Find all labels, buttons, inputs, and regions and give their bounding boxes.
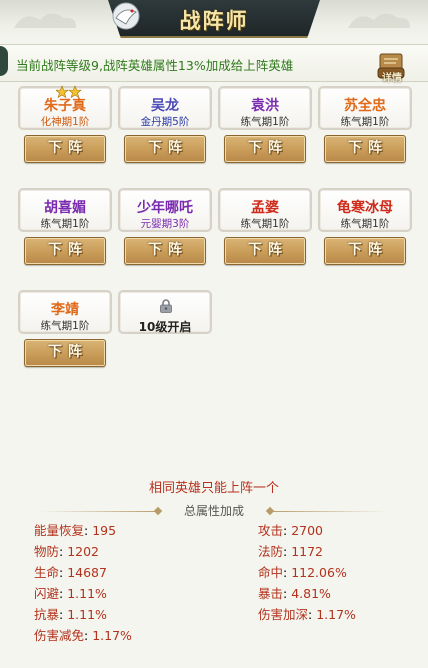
page-title: 战阵师 bbox=[179, 8, 249, 33]
stat-value: 1.17% bbox=[92, 628, 132, 643]
remove-hero-button[interactable]: 下阵 bbox=[124, 237, 206, 265]
stat-key: 攻击 bbox=[258, 523, 284, 538]
stat-row: 命中: 112.06% bbox=[258, 565, 347, 580]
hero-name: 龟寒冰母 bbox=[337, 200, 393, 216]
hero-name: 李靖 bbox=[51, 302, 79, 318]
hero-name: 胡喜媚 bbox=[44, 200, 86, 216]
stat-row: 法防: 1172 bbox=[258, 544, 324, 559]
hero-slot[interactable]: 朱子真 化神期1阶 bbox=[18, 85, 112, 130]
hero-name: 吴龙 bbox=[151, 98, 179, 114]
stat-value: 195 bbox=[92, 523, 117, 538]
hero-level: 练气期1阶 bbox=[340, 116, 390, 128]
stats-title: 总属性加成 bbox=[183, 504, 244, 518]
stat-row: 抗暴: 1.11% bbox=[34, 607, 107, 622]
hero-level: 练气期1阶 bbox=[240, 218, 290, 230]
stat-key: 伤害加深 bbox=[258, 607, 309, 622]
hero-name: 袁洪 bbox=[251, 98, 279, 114]
stat-key: 法防 bbox=[258, 544, 284, 559]
hero-name: 苏全忠 bbox=[344, 98, 386, 114]
hero-slot[interactable]: 苏全忠 练气期1阶 bbox=[318, 86, 412, 130]
hero-name: 少年哪吒 bbox=[137, 200, 193, 216]
stat-key: 能量恢复 bbox=[34, 523, 85, 538]
hero-slot[interactable]: 李靖 练气期1阶 bbox=[18, 290, 112, 334]
stats-header: 总属性加成 bbox=[0, 502, 428, 520]
stat-value: 112.06% bbox=[291, 565, 347, 580]
stat-row: 生命: 14687 bbox=[34, 565, 107, 580]
remove-hero-button[interactable]: 下阵 bbox=[24, 237, 106, 265]
stat-value: 1202 bbox=[67, 544, 100, 559]
stat-value: 1.11% bbox=[67, 586, 107, 601]
stat-row: 攻击: 2700 bbox=[258, 523, 324, 538]
stat-value: 14687 bbox=[67, 565, 107, 580]
locked-slot[interactable]: 10级开启 bbox=[118, 290, 212, 334]
stat-key: 生命 bbox=[34, 565, 60, 580]
stat-key: 闪避 bbox=[34, 586, 60, 601]
remove-hero-button[interactable]: 下阵 bbox=[324, 237, 406, 265]
formation-info-text: 当前战阵等级9,战阵英雄属性13%加成给上阵英雄 bbox=[16, 58, 294, 73]
hero-slot[interactable]: 少年哪吒 元婴期3阶 bbox=[118, 188, 212, 232]
hero-level: 练气期1阶 bbox=[240, 116, 290, 128]
hero-level: 练气期1阶 bbox=[40, 218, 90, 230]
remove-hero-button[interactable]: 下阵 bbox=[124, 135, 206, 163]
hero-level: 练气期1阶 bbox=[40, 320, 90, 332]
stat-row: 暴击: 4.81% bbox=[258, 586, 331, 601]
side-tab-edge bbox=[0, 46, 8, 76]
hero-slot[interactable]: 胡喜媚 练气期1阶 bbox=[18, 188, 112, 232]
stat-row: 伤害加深: 1.17% bbox=[258, 607, 356, 622]
stat-key: 物防 bbox=[34, 544, 60, 559]
stat-row: 能量恢复: 195 bbox=[34, 523, 117, 538]
unlock-requirement-text: 10级开启 bbox=[138, 320, 192, 334]
stat-value: 4.81% bbox=[291, 586, 331, 601]
stat-value: 1172 bbox=[291, 544, 324, 559]
hero-level: 元婴期3阶 bbox=[140, 218, 190, 230]
hero-level: 练气期1阶 bbox=[340, 218, 390, 230]
details-button-label[interactable]: 详情 bbox=[372, 69, 412, 84]
stat-row: 物防: 1202 bbox=[34, 544, 100, 559]
remove-hero-button[interactable]: 下阵 bbox=[24, 339, 106, 367]
stat-key: 抗暴 bbox=[34, 607, 60, 622]
remove-hero-button[interactable]: 下阵 bbox=[324, 135, 406, 163]
stat-value: 1.17% bbox=[316, 607, 356, 622]
info-bar: 当前战阵等级9,战阵英雄属性13%加成给上阵英雄 bbox=[0, 44, 428, 82]
remove-hero-button[interactable]: 下阵 bbox=[24, 135, 106, 163]
remove-hero-button[interactable]: 下阵 bbox=[224, 237, 306, 265]
stat-row: 伤害减免: 1.17% bbox=[34, 628, 132, 643]
title-banner: 战阵师 bbox=[0, 0, 428, 42]
stat-key: 伤害减免 bbox=[34, 628, 85, 643]
hero-level: 化神期1阶 bbox=[40, 116, 90, 128]
hero-slot[interactable]: 孟婆 练气期1阶 bbox=[218, 188, 312, 232]
stat-key: 命中 bbox=[258, 565, 284, 580]
hero-slot[interactable]: 袁洪 练气期1阶 bbox=[218, 86, 312, 130]
remove-hero-button[interactable]: 下阵 bbox=[224, 135, 306, 163]
lock-icon bbox=[160, 299, 172, 313]
stat-row: 闪避: 1.11% bbox=[34, 586, 107, 601]
hero-level: 金丹期5阶 bbox=[140, 116, 190, 128]
same-hero-notice: 相同英雄只能上阵一个 bbox=[148, 481, 279, 496]
stat-key: 暴击 bbox=[258, 586, 284, 601]
stat-value: 1.11% bbox=[67, 607, 107, 622]
hero-slot[interactable]: 吴龙 金丹期5阶 bbox=[118, 86, 212, 130]
hero-slot[interactable]: 龟寒冰母 练气期1阶 bbox=[318, 188, 412, 232]
stat-value: 2700 bbox=[291, 523, 324, 538]
hero-name: 朱子真 bbox=[44, 98, 86, 114]
hero-name: 孟婆 bbox=[251, 200, 279, 216]
